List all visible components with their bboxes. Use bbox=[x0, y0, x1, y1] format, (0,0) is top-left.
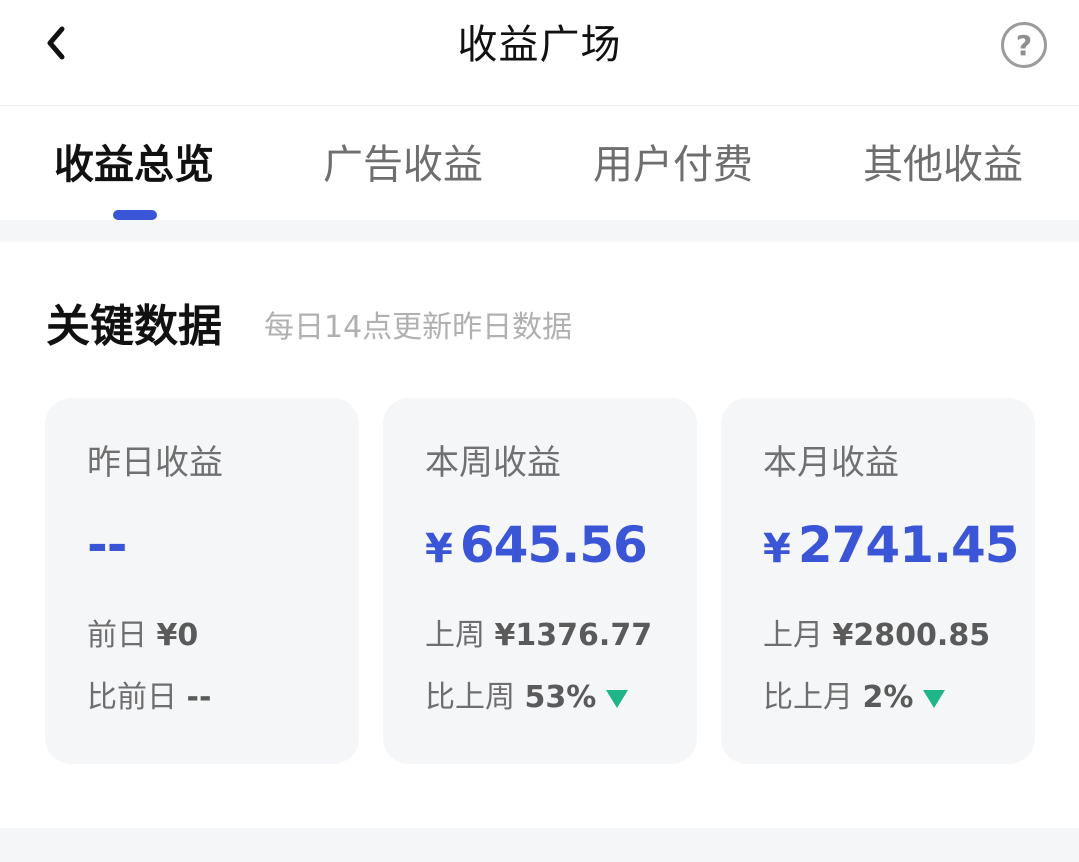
prev-value: ¥2800.85 bbox=[832, 618, 991, 653]
card-value: ¥645.56 bbox=[425, 512, 648, 582]
compare-label: 比上月 bbox=[763, 680, 853, 715]
page-title: 收益广场 bbox=[457, 22, 622, 68]
bottom-divider-band bbox=[0, 828, 1079, 862]
tab-ad-revenue[interactable]: 广告收益 bbox=[323, 137, 483, 193]
card-previous: 上月 ¥2800.85 bbox=[763, 614, 990, 658]
card-compare: 比上月 2% bbox=[763, 676, 946, 720]
compare-value: -- bbox=[186, 680, 212, 715]
triangle-down-icon bbox=[606, 689, 629, 708]
question-circle-icon: ? bbox=[1015, 28, 1033, 62]
prev-value: ¥0 bbox=[156, 618, 199, 653]
card-previous: 前日 ¥0 bbox=[87, 614, 198, 658]
prev-label: 上月 bbox=[763, 618, 823, 653]
prev-value: ¥1376.77 bbox=[494, 618, 653, 653]
card-compare: 比上周 53% bbox=[425, 676, 629, 720]
tab-overview[interactable]: 收益总览 bbox=[54, 137, 214, 193]
card-label: 昨日收益 bbox=[87, 443, 223, 483]
prev-label: 上周 bbox=[425, 618, 485, 653]
tab-bar: 收益总览 广告收益 用户付费 其他收益 bbox=[0, 107, 1079, 220]
help-button[interactable]: ? bbox=[1001, 22, 1047, 68]
value-number: 645.56 bbox=[459, 516, 648, 574]
active-tab-indicator bbox=[113, 210, 157, 220]
card-label: 本周收益 bbox=[425, 443, 561, 483]
compare-value: 2% bbox=[862, 680, 914, 715]
section-title: 关键数据 bbox=[46, 301, 222, 352]
compare-label: 比上周 bbox=[425, 680, 515, 715]
card-compare: 比前日 -- bbox=[87, 676, 211, 720]
tab-other-revenue[interactable]: 其他收益 bbox=[863, 137, 1023, 193]
prev-label: 前日 bbox=[87, 618, 147, 653]
triangle-down-icon bbox=[923, 689, 946, 708]
currency-symbol: ¥ bbox=[425, 526, 453, 572]
tab-user-payment[interactable]: 用户付费 bbox=[593, 137, 753, 193]
compare-value: 53% bbox=[524, 680, 597, 715]
currency-symbol: ¥ bbox=[763, 526, 791, 572]
card-label: 本月收益 bbox=[763, 443, 899, 483]
card-previous: 上周 ¥1376.77 bbox=[425, 614, 652, 658]
divider-band bbox=[0, 220, 1079, 242]
value-number: 2741.45 bbox=[797, 516, 1020, 574]
section-subtitle: 每日14点更新昨日数据 bbox=[264, 310, 573, 345]
card-value: ¥2741.45 bbox=[763, 512, 1020, 582]
compare-label: 比前日 bbox=[87, 680, 177, 715]
top-bar: 收益广场 ? bbox=[0, 0, 1079, 106]
card-value: -- bbox=[87, 516, 128, 574]
